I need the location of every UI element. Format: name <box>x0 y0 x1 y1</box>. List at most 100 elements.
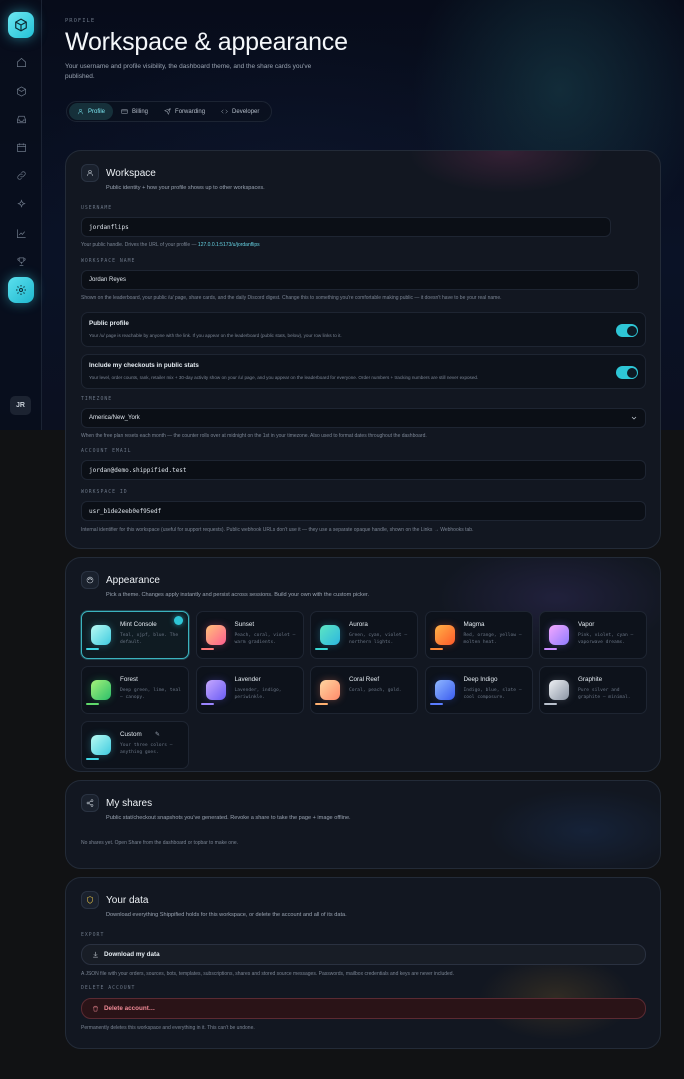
trash-icon <box>93 1005 98 1012</box>
chart-icon[interactable] <box>13 225 29 241</box>
workspace-id-field[interactable]: usr_b1de2eeb0ef95edf <box>81 501 646 521</box>
download-data-button[interactable]: Download my data <box>81 944 646 965</box>
settings-tabs: Profile Billing Forwarding Developer <box>66 101 272 122</box>
box-icon[interactable] <box>13 83 29 99</box>
theme-option[interactable]: Forest Deep green, lime, teal — canopy. <box>81 666 189 714</box>
theme-name: Forest <box>120 676 138 683</box>
page-eyebrow: PROFILE <box>65 18 96 24</box>
workspace-name-value: Jordan Reyes <box>89 277 127 283</box>
send-icon <box>164 108 171 115</box>
theme-swatch <box>91 680 111 700</box>
shield-icon <box>81 891 99 909</box>
section-description: Public identity + how your profile shows… <box>106 185 265 191</box>
card-icon <box>121 109 128 114</box>
email-value: jordan@demo.shippified.test <box>89 466 187 474</box>
theme-description: Your three colors — anything goes. <box>120 743 173 756</box>
theme-description: Indigo, blue, slate — cool composure. <box>463 688 522 701</box>
theme-name: Magma <box>463 621 485 628</box>
profile-link[interactable]: 127.0.0.1:5173/u/jordanflips <box>198 242 260 248</box>
section-description: Public stat/checkout snapshots you've ge… <box>106 815 351 821</box>
inbox-icon[interactable] <box>13 111 29 127</box>
workspace-id-value: usr_b1de2eeb0ef95edf <box>89 507 162 515</box>
theme-description: Coral, peach, gold. <box>349 688 402 693</box>
link-icon[interactable] <box>13 167 29 183</box>
settings-icon[interactable] <box>8 277 34 303</box>
cube-icon[interactable] <box>8 12 34 38</box>
workspace-id-help: Internal identifier for this workspace (… <box>81 527 474 533</box>
email-field[interactable]: jordan@demo.shippified.test <box>81 460 646 480</box>
theme-description: Pink, violet, cyan — vaporwave dreams. <box>578 633 634 646</box>
toggle-description: Your level, order counts, rank, retailer… <box>89 375 479 380</box>
section-description: Pick a theme. Changes apply instantly an… <box>106 592 370 598</box>
theme-description: Pure silver and graphite — minimal. <box>578 688 631 701</box>
theme-option[interactable]: Mint Console Teal, xjpf, blue. The defaul… <box>81 611 189 659</box>
sparkles-icon[interactable] <box>13 196 29 212</box>
theme-accent-bar <box>544 703 557 705</box>
shares-empty-state: No shares yet. Open Share from the dashb… <box>81 840 239 846</box>
theme-swatch <box>320 680 340 700</box>
theme-option[interactable]: Aurora Green, cyan, violet — northern lig… <box>310 611 418 659</box>
theme-option[interactable]: Magma Red, orange, yellow — molten heat. <box>424 611 533 659</box>
public-profile-toggle[interactable] <box>616 324 638 337</box>
workspace-header: Workspace <box>81 164 156 182</box>
pencil-icon: ✎ <box>155 732 161 738</box>
theme-description: Red, orange, yellow — molten heat. <box>463 633 522 646</box>
theme-description: Green, cyan, violet — northern lights. <box>349 633 408 646</box>
calendar-icon[interactable] <box>13 139 29 155</box>
tab-billing[interactable]: Billing <box>113 103 156 120</box>
workspace-name-label: WORKSPACE NAME <box>81 259 136 264</box>
shares-card: My shares Public stat/checkout snapshots… <box>65 780 661 869</box>
shares-header: My shares <box>81 794 152 812</box>
public-stats-toggle[interactable] <box>616 366 638 379</box>
timezone-help: When the free plan resets each month — t… <box>81 433 427 439</box>
theme-accent-bar <box>544 648 557 650</box>
theme-swatch <box>434 625 455 645</box>
workspace-name-help: Shown on the leaderboard, your public /u… <box>81 295 502 301</box>
section-title: Your data <box>106 894 149 906</box>
theme-option[interactable]: Coral Reef Coral, peach, gold. <box>310 666 418 714</box>
trophy-icon[interactable] <box>13 253 29 269</box>
help-text: Your public handle. Drives the URL of yo… <box>81 242 197 248</box>
delete-help: Permanently deletes this workspace and e… <box>81 1025 255 1031</box>
theme-option[interactable]: Lavender Lavender, indigo, periwinkle. <box>195 666 304 714</box>
username-label: USERNAME <box>81 206 113 211</box>
theme-name: Deep Indigo <box>463 676 498 683</box>
timezone-label: TIMEZONE <box>81 397 113 402</box>
workspace-name-input[interactable]: Jordan Reyes <box>81 270 639 290</box>
theme-accent-bar <box>86 648 99 650</box>
theme-option[interactable]: Sunset Peach, coral, violet — warm gradie… <box>195 611 304 659</box>
theme-option[interactable]: Vapor Pink, violet, cyan — vaporwave drea… <box>539 611 647 659</box>
page-subtitle: Your username and profile visibility, th… <box>65 63 312 80</box>
theme-option[interactable]: Deep Indigo Indigo, blue, slate — cool co… <box>424 666 533 714</box>
page-title: Workspace & appearance <box>65 28 348 56</box>
section-description: Download everything Shippified holds for… <box>106 912 347 918</box>
avatar[interactable]: JR <box>10 396 31 415</box>
section-title: Workspace <box>106 167 156 179</box>
tab-developer[interactable]: Developer <box>213 103 267 120</box>
code-icon <box>221 109 228 114</box>
theme-swatch <box>205 625 226 645</box>
appearance-header: Appearance <box>81 571 160 589</box>
theme-description: Deep green, lime, teal — canopy. <box>120 688 181 701</box>
data-card: Your data Download everything Shippified… <box>65 877 661 1049</box>
theme-name: Coral Reef <box>349 676 380 683</box>
timezone-select[interactable]: America/New_York <box>81 408 646 428</box>
toggle-title: Include my checkouts in public stats <box>89 362 199 369</box>
palette-icon <box>81 571 99 589</box>
tab-forwarding[interactable]: Forwarding <box>156 103 213 120</box>
tab-profile[interactable]: Profile <box>69 103 114 120</box>
button-label: Download my data <box>104 951 160 958</box>
user-icon <box>77 108 84 115</box>
theme-swatch <box>91 735 111 755</box>
theme-accent-bar <box>200 648 214 650</box>
theme-name: Graphite <box>578 676 603 683</box>
sidebar: JR <box>0 0 42 430</box>
appearance-card: Appearance Pick a theme. Changes apply i… <box>65 557 661 772</box>
username-input[interactable]: jordanflips <box>81 217 611 237</box>
home-icon[interactable] <box>13 54 29 70</box>
delete-account-button[interactable]: Delete account… <box>81 998 646 1019</box>
download-icon <box>93 951 98 958</box>
theme-option[interactable]: Graphite Pure silver and graphite — minim… <box>539 666 647 714</box>
public-profile-row: Public profile Your /u/ page is reachabl… <box>81 312 646 347</box>
theme-option[interactable]: Custom ✎ Your three colors — anything goes… <box>81 721 189 769</box>
